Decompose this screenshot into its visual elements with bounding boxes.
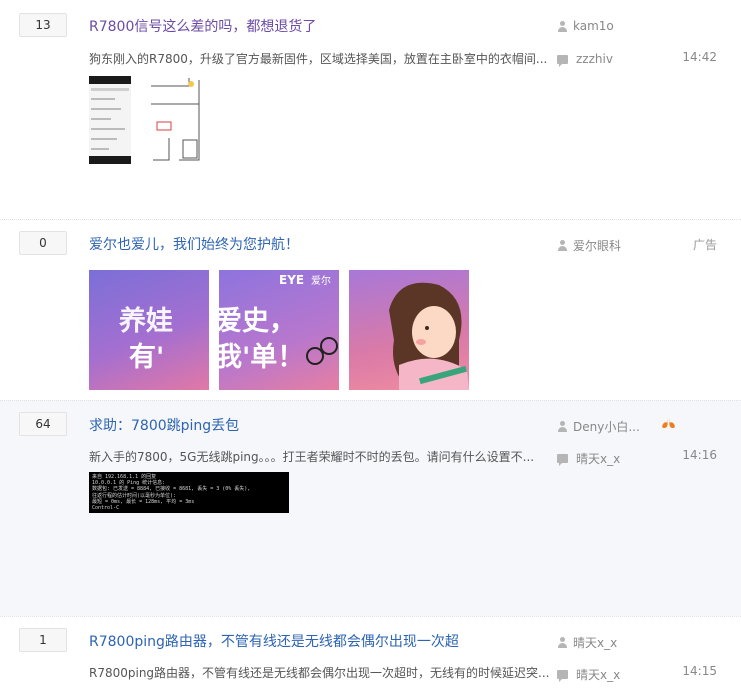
user-icon xyxy=(557,637,568,648)
last-replier-name[interactable]: 晴天x_x xyxy=(576,666,620,683)
reply-count-badge: 13 xyxy=(19,13,67,37)
reply-icon xyxy=(557,54,568,67)
post-author[interactable]: 晴天x_x xyxy=(557,634,617,651)
reply-count-badge: 1 xyxy=(19,628,67,652)
svg-text:爱尔: 爱尔 xyxy=(311,274,331,287)
last-reply-time: 14:15 xyxy=(682,664,717,678)
last-replier-name[interactable]: zzzhiv xyxy=(576,52,613,66)
ad-banner-graphic-2: EYE 爱尔 爱史， 我'单！ xyxy=(219,273,338,373)
post-title-link[interactable]: 求助：7800跳ping丢包 xyxy=(89,415,239,435)
post-item: 13 R7800信号这么差的吗，都想退货了 kam1o 狗东刚入的R7800，升… xyxy=(0,0,741,219)
user-icon xyxy=(557,20,568,32)
svg-text:爱史，: 爱史， xyxy=(219,306,296,337)
reply-count-badge: 64 xyxy=(19,412,67,436)
svg-text:有': 有' xyxy=(129,342,164,373)
member-badge-icon xyxy=(661,417,676,429)
floorplan-sketch-graphic xyxy=(151,78,200,161)
user-icon xyxy=(557,421,568,432)
post-image-cmd-ping-screenshot[interactable]: 来自 192.168.1.1 的回复 10.0.0.1 的 Ping 统计信息:… xyxy=(89,472,289,513)
post-snippet: R7800ping路由器，不管有线还是无线都会偶尔出现一次超时，无线有的时候延迟… xyxy=(89,666,550,680)
post-author[interactable]: Deny小白... xyxy=(557,418,640,435)
author-name[interactable]: 爱尔眼科 xyxy=(573,237,621,254)
last-replier[interactable]: 晴天x_x xyxy=(557,666,620,683)
post-item-ad: 0 爱尔也爱儿，我们始终为您护航！ 爱尔眼科 广告 养娃 有' EYE 爱尔 爱… xyxy=(0,219,741,400)
ad-banner-illustration-girl xyxy=(389,282,469,390)
ad-banner-image-2[interactable]: EYE 爱尔 爱史， 我'单！ xyxy=(219,270,339,390)
post-snippet: 新入手的7800，5G无线跳ping。。。打王者荣耀时不时的丢包。请问有什么设置… xyxy=(89,450,535,464)
post-image-phone-screenshot[interactable] xyxy=(89,76,131,164)
user-icon xyxy=(557,240,568,251)
post-image-hand-drawn-floorplan[interactable] xyxy=(149,76,205,164)
last-replier[interactable]: zzzhiv xyxy=(557,52,613,67)
lungs-badge-graphic xyxy=(662,418,675,428)
ad-banner-graphic-1: 养娃 有' xyxy=(119,305,173,373)
author-name[interactable]: Deny小白... xyxy=(573,418,640,435)
cmd-line: Control-C xyxy=(92,505,120,512)
phone-screenshot-graphic xyxy=(89,84,131,156)
author-name[interactable]: kam1o xyxy=(573,19,614,33)
last-replier-name[interactable]: 晴天x_x xyxy=(576,450,620,467)
svg-text:EYE: EYE xyxy=(279,273,304,287)
reply-icon xyxy=(557,454,568,466)
post-author[interactable]: 爱尔眼科 xyxy=(557,237,621,254)
svg-text:我'单！: 我'单！ xyxy=(219,342,304,373)
post-title-link[interactable]: R7800ping路由器，不管有线还是无线都会偶尔出现一次超 xyxy=(89,631,459,651)
ad-banner-image-3[interactable] xyxy=(349,270,469,390)
post-title-link[interactable]: R7800信号这么差的吗，都想退货了 xyxy=(89,16,316,36)
post-item: 1 R7800ping路由器，不管有线还是无线都会偶尔出现一次超 晴天x_x R… xyxy=(0,616,741,695)
author-name[interactable]: 晴天x_x xyxy=(573,634,617,651)
post-item: 64 求助：7800跳ping丢包 Deny小白... 新入手的7800，5G无… xyxy=(0,400,741,616)
ad-label: 广告 xyxy=(692,238,717,252)
ad-banner-image-1[interactable]: 养娃 有' xyxy=(89,270,209,390)
last-reply-time: 14:42 xyxy=(682,50,717,64)
post-author[interactable]: kam1o xyxy=(557,19,614,33)
last-reply-time: 14:16 xyxy=(682,448,717,462)
last-replier[interactable]: 晴天x_x xyxy=(557,450,620,467)
svg-text:养娃: 养娃 xyxy=(119,305,173,337)
post-title-link[interactable]: 爱尔也爱儿，我们始终为您护航！ xyxy=(89,234,299,254)
reply-icon xyxy=(557,670,568,682)
post-snippet: 狗东刚入的R7800，升级了官方最新固件，区域选择美国，放置在主卧室中的衣帽间.… xyxy=(89,52,548,66)
reply-count-badge: 0 xyxy=(19,231,67,255)
